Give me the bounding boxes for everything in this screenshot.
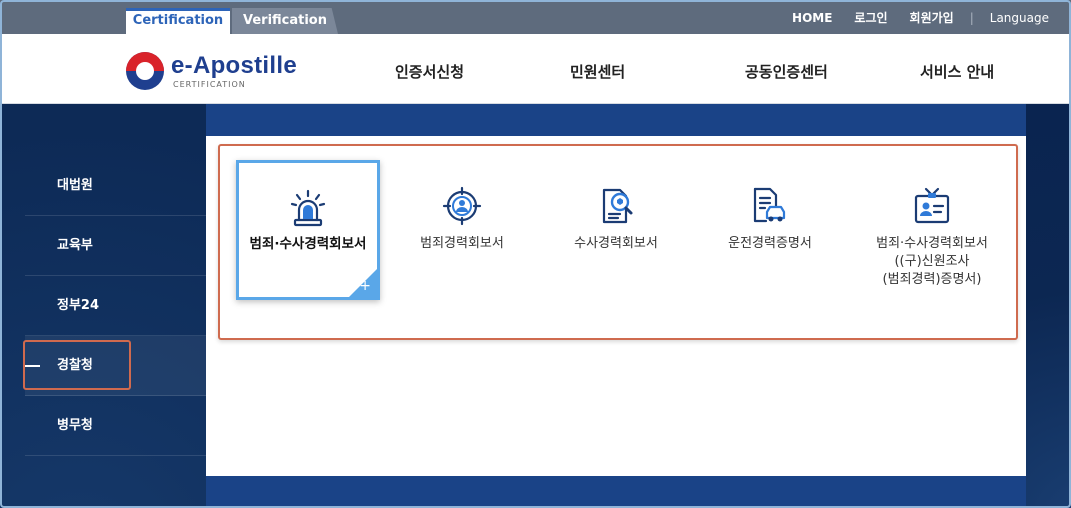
sidebar-item-gov24[interactable]: 정부24 (25, 276, 206, 336)
siren-icon (290, 189, 326, 227)
utility-links: HOME 로그인 회원가입 | Language (770, 9, 1049, 26)
content-top-strip (206, 104, 1026, 136)
logo-subtitle: CERTIFICATION (173, 80, 246, 89)
sidebar-item-label: 정부24 (57, 298, 100, 313)
sidebar-item-label: 교육부 (57, 238, 93, 253)
card-label: 운전경력증명서 (728, 236, 812, 251)
nav-service-guide[interactable]: 서비스 안내 (920, 61, 994, 82)
nav-apply-certificate[interactable]: 인증서신청 (395, 61, 464, 82)
card-driving-record[interactable]: 운전경력증명서 (698, 160, 842, 300)
login-link[interactable]: 로그인 (854, 9, 887, 26)
card-investigation-record[interactable]: 수사경력회보서 (544, 160, 688, 300)
nav-joint-cert-center[interactable]: 공동인증센터 (745, 61, 828, 82)
home-link[interactable]: HOME (792, 11, 832, 25)
plus-icon: + (359, 278, 371, 294)
card-criminal-investigation-record-old[interactable]: 범죄·수사경력회보서 ((구)신원조사 (범죄경력)증명서) (852, 160, 1012, 300)
language-link[interactable]: Language (990, 11, 1049, 25)
tab-verification[interactable]: Verification (232, 8, 338, 34)
card-criminal-investigation-record[interactable]: 범죄·수사경력회보서 + (236, 160, 380, 300)
signup-link[interactable]: 회원가입 (910, 9, 954, 26)
nav-civil-center[interactable]: 민원센터 (570, 61, 625, 82)
sidebar-item-military[interactable]: 병무청 (25, 396, 206, 456)
header: e-Apostille CERTIFICATION 인증서신청 민원센터 공동인… (0, 34, 1071, 104)
divider: | (969, 10, 974, 25)
sidebar-item-supreme-court[interactable]: 대법원 (25, 156, 206, 216)
card-criminal-record[interactable]: 범죄경력회보서 (390, 160, 534, 300)
card-label-line: 범죄·수사경력회보서 (876, 236, 988, 251)
sidebar-highlight-box (23, 340, 131, 390)
sidebar-item-education[interactable]: 교육부 (25, 216, 206, 276)
logo[interactable]: e-Apostille CERTIFICATION (126, 52, 326, 92)
sidebar-item-label: 병무청 (57, 418, 93, 433)
id-badge-icon (914, 187, 950, 224)
card-label-line: ((구)신원조사 (894, 254, 970, 269)
card-label-line: (범죄경력)증명서) (882, 272, 982, 287)
page-background-right (1026, 104, 1071, 508)
logo-name: e-Apostille (171, 52, 297, 79)
sidebar-item-label: 대법원 (57, 178, 93, 193)
top-bar: Certification Verification HOME 로그인 회원가입… (0, 0, 1071, 34)
tab-certification[interactable]: Certification (126, 8, 230, 34)
document-search-icon (602, 188, 633, 224)
card-label: 범죄·수사경력회보서 (249, 236, 367, 252)
card-label: 범죄경력회보서 (420, 236, 504, 251)
card-label-multiline: 범죄·수사경력회보서 ((구)신원조사 (범죄경력)증명서) (852, 235, 1012, 289)
emblem-icon (126, 52, 164, 90)
card-label: 수사경력회보서 (574, 236, 658, 251)
document-car-icon (753, 187, 786, 223)
content-bottom-strip (206, 476, 1026, 508)
target-person-icon (442, 186, 482, 226)
